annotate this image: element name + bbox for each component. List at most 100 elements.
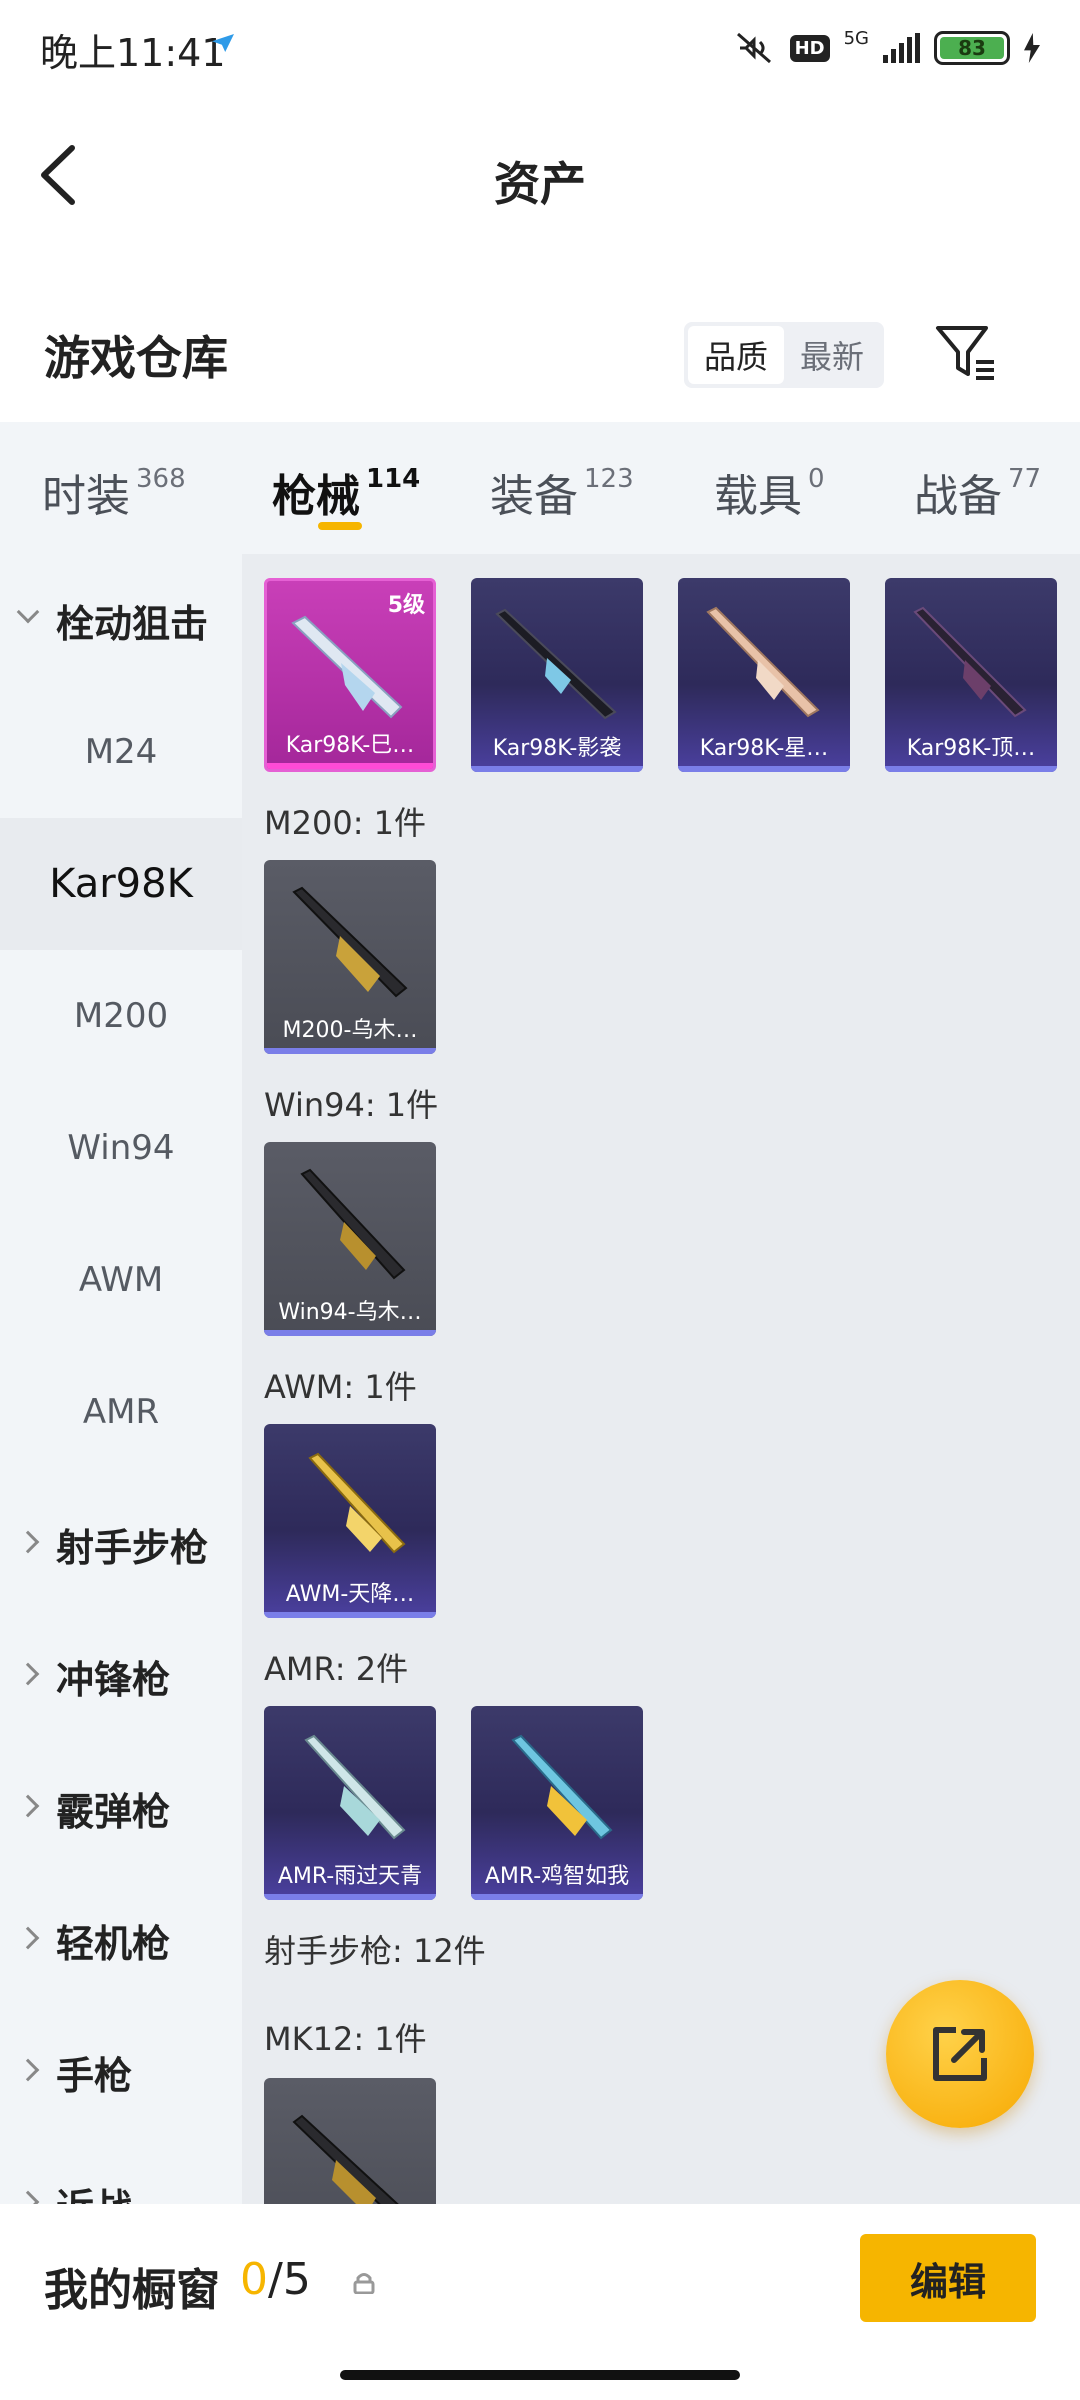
weapon-card[interactable]: Kar98K-顶… [885,578,1057,772]
sidebar-item-m200[interactable]: M200 [0,950,242,1082]
showcase-max: 5 [282,2254,311,2305]
tab-label: 装备 [490,471,578,522]
warehouse-title: 游戏仓库 [44,331,228,385]
sidebar-item-kar98k[interactable]: Kar98K [0,818,242,950]
weapon-card[interactable]: Kar98K-影袭 [471,578,643,772]
sidebar-category-label: 手枪 [56,2053,133,2098]
rarity-bar [885,766,1057,772]
showcase-count: 0/5 [240,2254,311,2305]
rarity-bar [264,1330,436,1336]
tab-label: 载具 [714,471,802,522]
tab-supplies[interactable]: 战备 77 [914,460,1041,524]
sidebar-item-amr[interactable]: AMR [0,1346,242,1478]
sidebar-category-smg[interactable]: 冲锋枪 [0,1610,242,1742]
filter-icon[interactable] [934,322,998,386]
weapon-type-sidebar: 栓动狙击 M24 Kar98K M200 Win94 AWM AMR 射手步枪 … [0,554,242,2204]
weapon-name: AMR-鸡智如我 [484,1864,630,1889]
weapon-card[interactable] [264,2078,436,2204]
sidebar-category-lmg[interactable]: 轻机枪 [0,1874,242,2006]
sidebar-category-label: 轻机枪 [56,1921,171,1966]
weapon-name: Kar98K-星… [699,736,829,761]
weapon-name: Kar98K-巳… [285,733,415,758]
group-title: Win94: 1件 [264,1086,439,1124]
tab-count: 123 [584,464,634,494]
weapon-name: Kar98K-顶… [906,736,1036,761]
sidebar-item-win94[interactable]: Win94 [0,1082,242,1214]
share-button[interactable] [886,1980,1034,2128]
tab-count: 0 [808,464,825,494]
tab-count: 114 [366,464,421,494]
sidebar-category-marksman[interactable]: 射手步枪 [0,1478,242,1610]
weapon-card[interactable]: Kar98K-星… [678,578,850,772]
sidebar-category-label: 近战 [56,2177,132,2205]
tab-count: 77 [1008,464,1042,494]
chevron-right-icon [16,1794,40,1818]
weapon-card[interactable]: M200-乌木… [264,860,436,1054]
page-title: 资产 [494,157,586,211]
weapon-card[interactable]: Win94-乌木… [264,1142,436,1336]
group-title: AWM: 1件 [264,1368,417,1406]
rifle-icon [706,606,820,718]
lock-icon [353,2273,375,2294]
tab-fashion[interactable]: 时装 368 [42,460,186,524]
weapon-card[interactable]: 5级 Kar98K-巳… [264,578,436,772]
section-title: 射手步枪: 12件 [264,1932,486,1970]
charging-icon [1024,33,1040,63]
category-tabs: 时装 368 枪械 114 装备 123 载具 0 战备 77 [0,422,1080,554]
rarity-bar [264,1894,436,1900]
group-title: M200: 1件 [264,804,427,842]
warehouse-header: 游戏仓库 品质 最新 [0,300,1080,410]
chevron-right-icon [16,2058,40,2082]
tab-label: 战备 [914,471,1002,522]
sidebar-category-pistol[interactable]: 手枪 [0,2006,242,2138]
active-tab-indicator [318,522,362,530]
rifle-icon [308,1452,406,1554]
rarity-bar [267,763,433,769]
sidebar-category-bolt-action[interactable]: 栓动狙击 [0,554,242,686]
nav-bar: 资产 [0,100,1080,250]
weapon-name: AWM-天降… [285,1582,415,1607]
weapon-card[interactable]: AWM-天降… [264,1424,436,1618]
sort-quality-button[interactable]: 品质 [688,326,784,384]
sidebar-category-shotgun[interactable]: 霰弹枪 [0,1742,242,1874]
sort-newest-button[interactable]: 最新 [784,326,880,384]
weapon-card[interactable]: AMR-雨过天青 [264,1706,436,1900]
sort-toggle: 品质 最新 [684,322,884,388]
share-icon [933,2027,987,2081]
tab-guns[interactable]: 枪械 114 [272,460,420,524]
sidebar-category-label: 霰弹枪 [56,1789,171,1834]
status-time: 晚上11:41 [40,31,226,75]
rifle-icon [292,886,408,998]
tab-vehicles[interactable]: 载具 0 [714,460,825,524]
rifle-icon [300,1168,406,1280]
weapon-card[interactable]: AMR-鸡智如我 [471,1706,643,1900]
weapon-name: AMR-雨过天青 [277,1864,423,1889]
sidebar-item-m24[interactable]: M24 [0,686,242,818]
chevron-down-icon [16,600,40,624]
chevron-right-icon [16,1530,40,1554]
network-label: 5G [843,27,869,49]
status-icons: HD 5G 83 [732,26,1040,70]
tab-equipment[interactable]: 装备 123 [490,460,634,524]
sidebar-category-label: 冲锋枪 [56,1657,171,1702]
sidebar-category-label: 栓动狙击 [56,601,209,646]
showcase-current: 0 [240,2254,268,2305]
weapon-grid: 5级 Kar98K-巳… Kar98K-影袭 Kar98K-星… Kar98K-… [242,554,1080,2204]
rarity-bar [471,1894,643,1900]
edit-button[interactable]: 编辑 [860,2234,1036,2322]
home-indicator[interactable] [340,2370,740,2380]
rifle-icon [913,606,1027,718]
group-title: MK12: 1件 [264,2020,427,2058]
weapon-name: M200-乌木… [282,1018,418,1043]
rarity-bar [471,766,643,772]
rarity-bar [264,1048,436,1054]
weapon-name: Win94-乌木… [278,1300,422,1325]
status-bar: 晚上11:41 HD 5G 83 [0,0,1080,96]
rarity-bar [678,766,850,772]
sidebar-item-awm[interactable]: AWM [0,1214,242,1346]
sidebar-category-melee[interactable]: 近战 [0,2138,242,2204]
rifle-icon [304,1734,406,1840]
rarity-bar [264,1612,436,1618]
group-title: AMR: 2件 [264,1650,409,1688]
weapon-name: Kar98K-影袭 [492,736,622,761]
